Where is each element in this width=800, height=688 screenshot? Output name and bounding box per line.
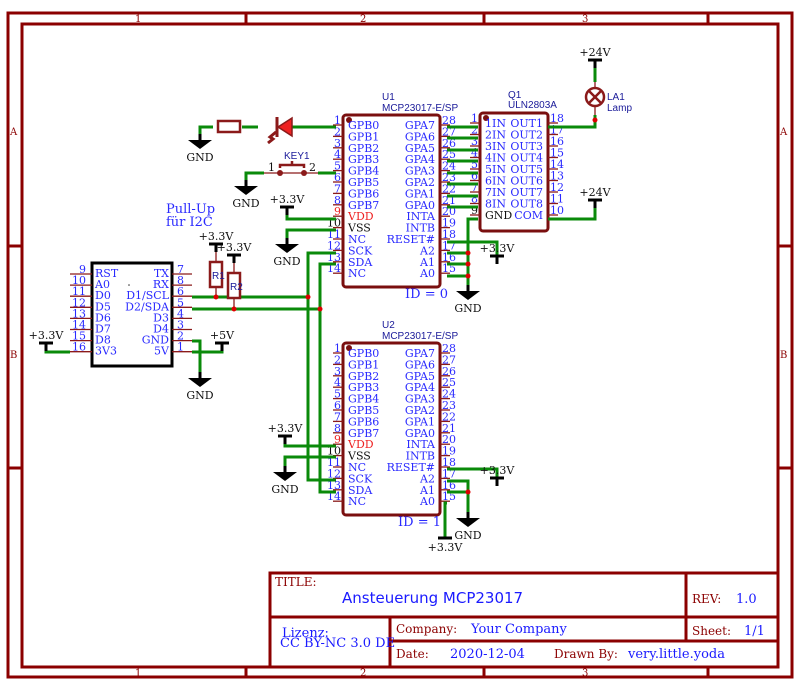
ic-q1-uln2803a[interactable]: 1 1IN2 2IN3 3IN4 4IN5 5IN6 6IN7 7IN8 8IN9 GND18OU… [470, 111, 564, 233]
q1-part: ULN2803A [508, 100, 557, 111]
u1-ref: U1 [382, 92, 395, 103]
company-label: Company: [396, 622, 457, 636]
supply-3v3-u1-vdd: +3.3V [270, 193, 306, 215]
ground-label: GND [273, 255, 300, 268]
key-pin1: 1 [268, 161, 275, 174]
pin-number: 16 [72, 341, 86, 354]
r2-ref: R2 [230, 282, 243, 293]
rev-value: 1.0 [736, 592, 757, 607]
zone-row-b-right: B [780, 350, 787, 361]
key-ref: KEY1 [284, 151, 310, 162]
supply-3v3-r2: +3.3V [217, 241, 253, 263]
esp-dot [128, 284, 130, 286]
zone-row-a-right: A [779, 127, 788, 138]
company-value: Your Company [470, 622, 568, 637]
drawn-by-value: very.little.yoda [627, 647, 725, 662]
drawn-by-label: Drawn By: [554, 647, 618, 661]
supply-24v-lamp: +24V [579, 46, 612, 68]
ground-label: GND [271, 483, 298, 496]
sheet-value: 1/1 [744, 624, 765, 639]
supply-label: +3.3V [480, 242, 516, 255]
supply-label: +5V [210, 329, 235, 342]
ground-label: GND [454, 302, 481, 315]
supply-label: +24V [579, 46, 611, 59]
ground-led: GND [186, 134, 214, 164]
pin-number: 10 [550, 204, 564, 217]
ground-label: GND [454, 529, 481, 542]
supply-label: +24V [579, 186, 611, 199]
ground-key: GND [232, 180, 260, 210]
supply-label: +3.3V [29, 329, 65, 342]
led-icon[interactable] [267, 116, 293, 145]
u2-ref: U2 [382, 320, 395, 331]
supply-label: +3.3V [270, 193, 306, 206]
supply-5v-esp: +5V [210, 329, 235, 351]
u1-id-label: ID = 0 [405, 287, 448, 302]
pin-name: A0 [419, 267, 435, 280]
pullup-note-line2: für I2C [166, 215, 213, 230]
supply-3v3-u2-reset: +3.3V [480, 464, 516, 486]
schematic-canvas: 1 2 3 1 2 3 A B A B 1 GPB02 GPB13 GPB24 GPB3… [6, 11, 794, 679]
lamp-icon[interactable] [584, 86, 606, 108]
u1-part: MCP23017-E/SP [382, 103, 458, 114]
supply-label: +3.3V [428, 541, 464, 554]
supply-label: +3.3V [268, 422, 304, 435]
zone-col-1-bottom: 1 [135, 668, 141, 679]
zone-col-2-bottom: 2 [360, 668, 366, 679]
rev-label: REV: [692, 592, 721, 606]
ground-u1-address: GND [454, 285, 482, 315]
ground-u1-vss: GND [273, 238, 301, 268]
ground-label: GND [186, 389, 213, 402]
led-resistor[interactable] [216, 119, 242, 134]
supply-label: +3.3V [217, 241, 253, 254]
pin-name: A0 [419, 495, 435, 508]
supply-3v3-esp: +3.3V [29, 329, 65, 351]
pin-name: COM [514, 209, 543, 222]
title-label: TITLE: [275, 575, 317, 589]
pin-number: 1 [177, 341, 184, 354]
ground-u2-address: GND [454, 512, 482, 542]
zone-col-3: 3 [582, 14, 588, 25]
ground-u2-vss: GND [271, 466, 299, 496]
pin-name: GND [485, 209, 512, 222]
ic-u1-mcp23017[interactable]: 1 GPB02 GPB13 GPB24 GPB35 GPB46 GPB57 GPB68 GPB7… [327, 113, 456, 289]
ground-label: GND [186, 151, 213, 164]
supply-3v3-u2-vdd: +3.3V [268, 422, 304, 444]
lamp-value: Lamp [607, 103, 632, 114]
zone-row-a: A [9, 127, 18, 138]
drawing-title: Ansteuerung MCP23017 [342, 589, 523, 607]
ic-u2-mcp23017[interactable]: 1 GPB02 GPB13 GPB24 GPB35 GPB46 GPB57 GPB68 GPB7… [327, 341, 456, 517]
zone-col-3-bottom: 3 [582, 668, 588, 679]
module-esp8266[interactable]: 9 RST10 A011 D012 D513 D614 D715 D816 3V37TX8RX6… [70, 261, 192, 368]
license-value: CC BY-NC 3.0 DE [280, 636, 395, 651]
lamp-ref: LA1 [607, 92, 625, 103]
zone-col-2: 2 [360, 14, 366, 25]
key-pin2: 2 [309, 161, 316, 174]
ground-label: GND [232, 197, 259, 210]
ground-esp: GND [186, 372, 214, 402]
r1-ref: R1 [212, 271, 225, 282]
supply-label: +3.3V [480, 464, 516, 477]
supply-24v-com: +24V [579, 186, 612, 208]
u2-id-label: ID = 1 [398, 515, 441, 530]
sheet-label: Sheet: [692, 624, 731, 638]
u2-part: MCP23017-E/SP [382, 331, 458, 342]
zone-col-1: 1 [135, 14, 141, 25]
supply-3v3-u1-reset: +3.3V [480, 242, 516, 264]
pin-name: NC [348, 495, 366, 508]
date-label: Date: [396, 647, 429, 661]
date-value: 2020-12-04 [450, 647, 525, 662]
pin-name: 5V [154, 345, 170, 358]
pin-name: NC [348, 267, 366, 280]
pin-name: 3V3 [95, 345, 117, 358]
zone-row-b: B [10, 350, 17, 361]
